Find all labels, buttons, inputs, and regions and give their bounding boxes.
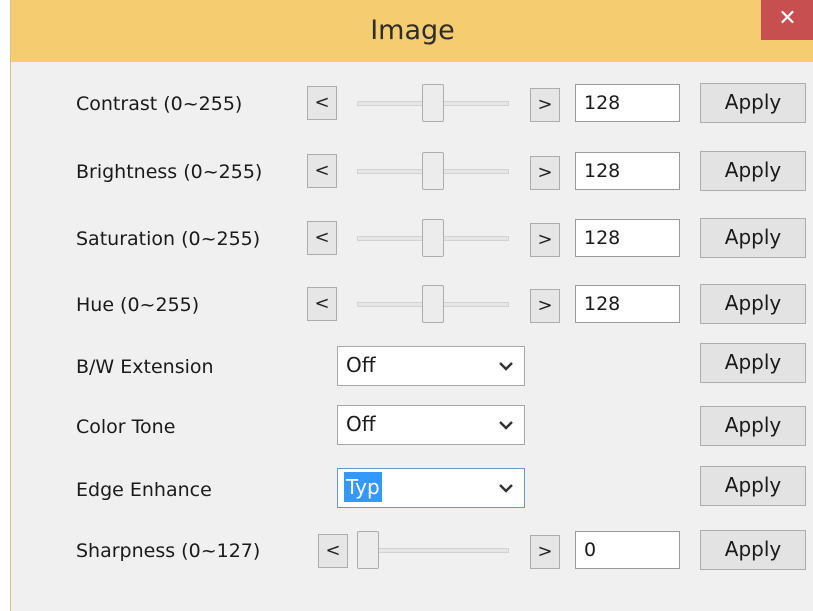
contrast-slider-thumb[interactable] [422, 84, 445, 122]
brightness-apply-button[interactable]: Apply [700, 151, 806, 191]
contrast-value-input[interactable] [575, 84, 680, 122]
sharpness-slider-track[interactable] [357, 548, 509, 553]
brightness-slider-thumb[interactable] [422, 152, 445, 190]
bw-extension-select[interactable]: Off [337, 346, 525, 386]
hue-increase-button[interactable]: > [530, 289, 560, 323]
sharpness-label: Sharpness (0~127) [76, 540, 261, 562]
hue-slider-thumb[interactable] [422, 285, 445, 323]
color-tone-label: Color Tone [76, 416, 176, 438]
title-bar[interactable]: Image ✕ [11, 0, 813, 62]
color-tone-selected-value: Off [346, 412, 376, 436]
saturation-apply-button[interactable]: Apply [700, 218, 806, 258]
contrast-apply-button[interactable]: Apply [700, 83, 806, 123]
brightness-label: Brightness (0~255) [76, 161, 263, 183]
edge-enhance-apply-button[interactable]: Apply [700, 466, 806, 506]
bw-extension-selected-value: Off [346, 353, 376, 377]
edge-enhance-select[interactable]: Typ [337, 468, 525, 508]
chevron-down-icon [499, 421, 513, 430]
brightness-increase-button[interactable]: > [530, 156, 560, 190]
brightness-decrease-button[interactable]: < [307, 154, 337, 188]
bw-extension-label: B/W Extension [76, 356, 214, 378]
sharpness-decrease-button[interactable]: < [318, 534, 348, 568]
contrast-label: Contrast (0~255) [76, 93, 243, 115]
hue-value-input[interactable] [575, 285, 680, 323]
sharpness-apply-button[interactable]: Apply [700, 530, 806, 570]
contrast-increase-button[interactable]: > [530, 88, 560, 122]
sharpness-slider-thumb[interactable] [357, 531, 379, 569]
saturation-slider-thumb[interactable] [422, 219, 445, 257]
chevron-down-icon [499, 362, 513, 371]
edge-enhance-selected-value: Typ [344, 472, 382, 502]
close-button[interactable]: ✕ [761, 0, 813, 40]
color-tone-apply-button[interactable]: Apply [700, 406, 806, 446]
saturation-value-input[interactable] [575, 219, 680, 257]
hue-apply-button[interactable]: Apply [700, 284, 806, 324]
close-icon: ✕ [778, 6, 797, 31]
image-dialog: Image ✕ Contrast (0~255) < > Apply Brigh… [10, 0, 813, 611]
contrast-decrease-button[interactable]: < [307, 86, 337, 120]
dialog-title: Image [370, 15, 455, 46]
chevron-down-icon [499, 484, 513, 493]
edge-enhance-label: Edge Enhance [76, 479, 212, 501]
sharpness-increase-button[interactable]: > [530, 535, 560, 569]
color-tone-select[interactable]: Off [337, 405, 525, 445]
hue-decrease-button[interactable]: < [307, 287, 337, 321]
sharpness-value-input[interactable] [575, 531, 680, 569]
bw-extension-apply-button[interactable]: Apply [700, 343, 806, 383]
saturation-increase-button[interactable]: > [530, 223, 560, 257]
saturation-decrease-button[interactable]: < [307, 221, 337, 255]
brightness-value-input[interactable] [575, 152, 680, 190]
hue-label: Hue (0~255) [76, 294, 200, 316]
saturation-label: Saturation (0~255) [76, 228, 261, 250]
